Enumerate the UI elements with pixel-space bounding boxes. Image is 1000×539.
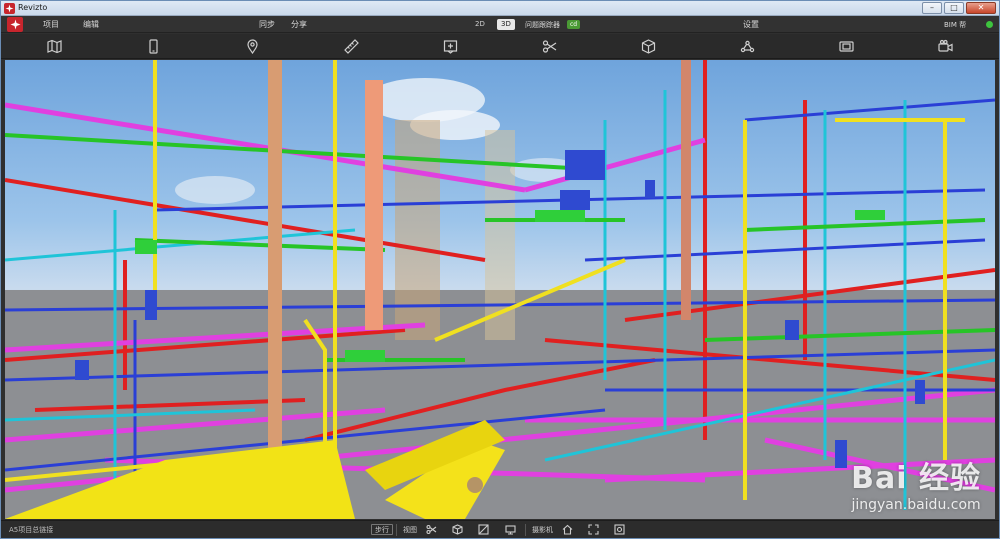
- menu-bar: 项目 编辑 同步 分享 2D 3D 问题跟踪器 cd 设置 BIM 帮: [1, 16, 999, 33]
- video-camera-icon[interactable]: [937, 38, 954, 55]
- pin-icon[interactable]: [244, 38, 261, 55]
- close-button[interactable]: ✕: [966, 2, 996, 14]
- status-bar: A5项目总链接 步行 视图 摄影机: [1, 520, 999, 538]
- map-icon[interactable]: [46, 38, 63, 55]
- connection-status-icon: [986, 21, 993, 28]
- main-toolbar: [1, 34, 999, 59]
- ruler-icon[interactable]: [343, 38, 360, 55]
- views-menu[interactable]: 视图: [403, 523, 417, 536]
- home-icon[interactable]: [562, 523, 573, 536]
- maximize-button[interactable]: □: [944, 2, 964, 14]
- revizto-logo-icon[interactable]: [7, 17, 23, 32]
- menu-settings[interactable]: 设置: [743, 19, 759, 30]
- 3d-viewport[interactable]: Bai 经验 jingyan.baidu.com: [5, 60, 995, 519]
- bim-menu[interactable]: BIM 帮: [944, 20, 966, 30]
- watermark-brand: Bai 经验: [851, 461, 981, 496]
- scissors-tool-icon[interactable]: [426, 523, 437, 536]
- status-separator: [396, 524, 397, 536]
- camera-label: 摄影机: [532, 525, 553, 534]
- add-markup-icon[interactable]: [442, 38, 459, 55]
- screenshot-icon[interactable]: [838, 38, 855, 55]
- section-view-icon[interactable]: [478, 523, 489, 536]
- focus-icon[interactable]: [614, 523, 625, 536]
- watermark-url: jingyan.baidu.com: [851, 497, 981, 513]
- views-label: 视图: [403, 525, 417, 534]
- cube-icon[interactable]: [640, 38, 657, 55]
- status-separator: [525, 524, 526, 536]
- view-mode-3d[interactable]: 3D: [497, 19, 515, 30]
- menu-project[interactable]: 项目: [43, 19, 59, 30]
- view-mode-2d[interactable]: 2D: [471, 19, 489, 30]
- baidu-watermark: Bai 经验 jingyan.baidu.com: [851, 453, 981, 513]
- issue-tracker-button[interactable]: 问题跟踪器: [525, 20, 560, 30]
- menu-sync[interactable]: 同步: [259, 19, 275, 30]
- revizto-app-icon: [4, 3, 15, 14]
- minimize-button[interactable]: –: [922, 2, 942, 14]
- share-node-icon[interactable]: [739, 38, 756, 55]
- issue-count-badge: cd: [567, 20, 581, 29]
- screen-icon[interactable]: [505, 523, 516, 536]
- walk-mode-label: 步行: [371, 524, 393, 535]
- bim-model-render[interactable]: [5, 60, 995, 519]
- menu-share[interactable]: 分享: [291, 19, 307, 30]
- project-link-label: A5项目总链接: [9, 526, 54, 534]
- fullscreen-icon[interactable]: [588, 523, 599, 536]
- app-window: Revizto – □ ✕ 项目 编辑 同步 分享 2D 3D 问题跟踪器 cd…: [0, 0, 1000, 539]
- title-bar: Revizto – □ ✕: [1, 1, 999, 16]
- walk-mode-button[interactable]: 步行: [371, 523, 393, 536]
- window-title: Revizto: [18, 3, 48, 12]
- camera-menu[interactable]: 摄影机: [532, 523, 553, 536]
- menu-edit[interactable]: 编辑: [83, 19, 99, 30]
- phone-icon[interactable]: [145, 38, 162, 55]
- cube-view-icon[interactable]: [452, 523, 463, 536]
- scissors-icon[interactable]: [541, 38, 558, 55]
- window-controls: – □ ✕: [922, 2, 996, 14]
